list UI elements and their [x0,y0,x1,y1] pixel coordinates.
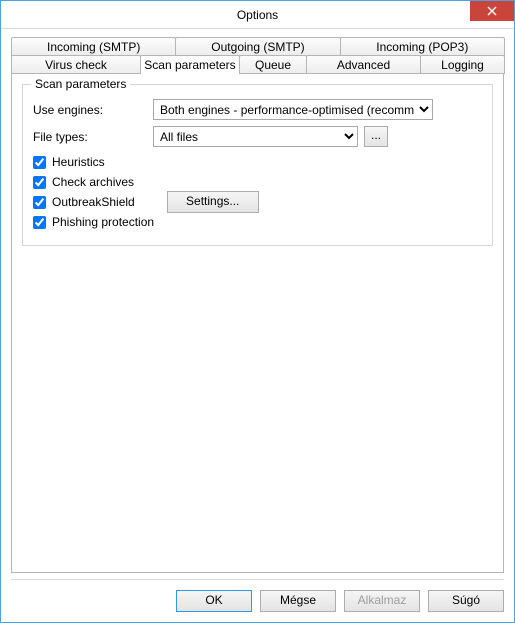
outbreak-shield-checkbox[interactable] [33,196,46,209]
phishing-checkbox[interactable] [33,216,46,229]
tabs-area: Incoming (SMTP) Outgoing (SMTP) Incoming… [11,37,504,573]
tab-logging[interactable]: Logging [420,55,505,74]
tab-advanced[interactable]: Advanced [306,55,421,74]
group-legend: Scan parameters [31,77,130,91]
check-archives-row: Check archives [33,173,482,191]
close-button[interactable] [470,1,514,21]
outbreak-shield-label: OutbreakShield [52,195,135,209]
client-area: Incoming (SMTP) Outgoing (SMTP) Incoming… [1,29,514,622]
file-types-row: File types: All files ... [33,126,482,147]
heuristics-row: Heuristics [33,153,482,171]
tab-row-bottom: Virus check Scan parameters Queue Advanc… [11,55,504,74]
apply-button[interactable]: Alkalmaz [344,590,420,612]
phishing-row: Phishing protection [33,213,482,231]
tab-queue[interactable]: Queue [239,55,307,74]
help-button[interactable]: Súgó [428,590,504,612]
tab-row-top: Incoming (SMTP) Outgoing (SMTP) Incoming… [11,37,504,56]
file-types-label: File types: [33,130,153,144]
tab-incoming-smtp[interactable]: Incoming (SMTP) [11,37,176,56]
use-engines-select[interactable]: Both engines - performance-optimised (re… [153,99,433,120]
titlebar: Options [1,1,514,29]
scan-parameters-group: Scan parameters Use engines: Both engine… [22,84,493,246]
heuristics-label: Heuristics [52,155,105,169]
tab-panel: Scan parameters Use engines: Both engine… [11,73,504,573]
button-bar: OK Mégse Alkalmaz Súgó [11,579,504,612]
outbreak-shield-row: OutbreakShield Settings... [33,193,482,211]
outbreak-settings-button[interactable]: Settings... [167,191,259,213]
tab-outgoing-smtp[interactable]: Outgoing (SMTP) [175,37,340,56]
tab-incoming-pop3[interactable]: Incoming (POP3) [340,37,505,56]
phishing-label: Phishing protection [52,215,154,229]
file-types-select[interactable]: All files [153,126,358,147]
window-title: Options [1,8,514,22]
check-archives-checkbox[interactable] [33,176,46,189]
use-engines-label: Use engines: [33,103,153,117]
file-types-browse-button[interactable]: ... [364,126,388,147]
close-icon [487,6,497,16]
tab-scan-parameters[interactable]: Scan parameters [140,55,240,74]
use-engines-row: Use engines: Both engines - performance-… [33,99,482,120]
heuristics-checkbox[interactable] [33,156,46,169]
ok-button[interactable]: OK [176,590,252,612]
options-window: Options Incoming (SMTP) Outgoing (SMTP) … [0,0,515,623]
cancel-button[interactable]: Mégse [260,590,336,612]
check-archives-label: Check archives [52,175,134,189]
tab-virus-check[interactable]: Virus check [11,55,141,74]
